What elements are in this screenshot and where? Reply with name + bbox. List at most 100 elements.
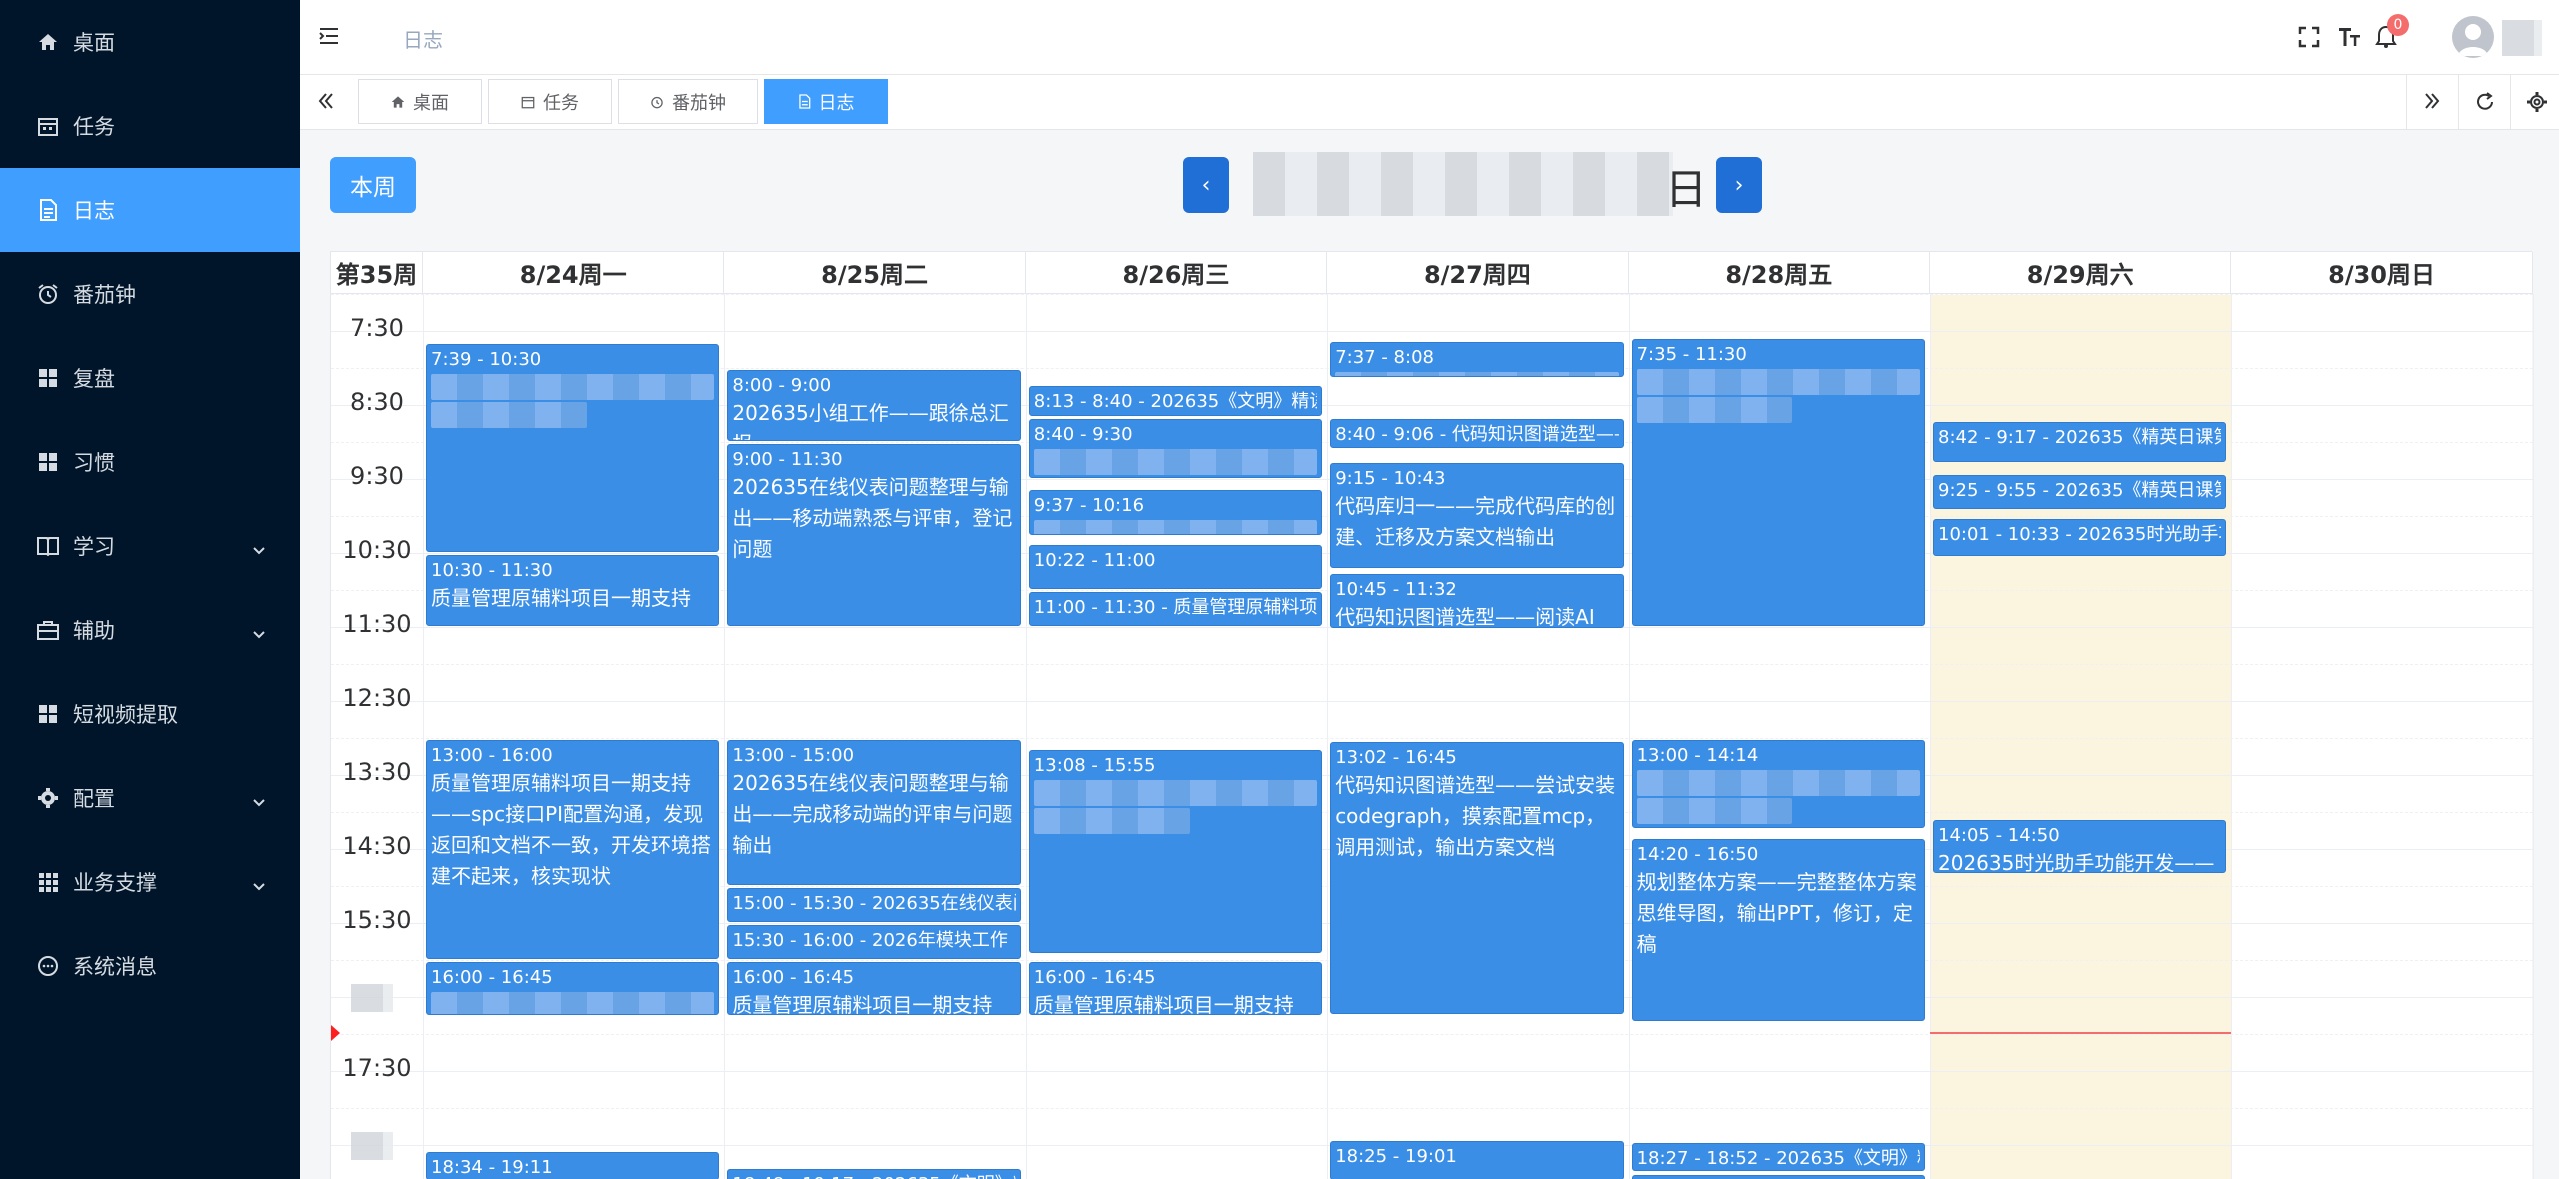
sidebar-item-config[interactable]: 配置 bbox=[0, 756, 300, 840]
sidebar-item-label: 习惯 bbox=[73, 451, 115, 475]
tag-label: 桌面 bbox=[413, 92, 449, 114]
event-title: 代码知识图谱选型——尝试安装codegraph，摸索配置mcp，调用测试，输出方… bbox=[1335, 773, 1616, 860]
event-title-blurred bbox=[1033, 807, 1190, 834]
calendar-event[interactable]: 14:20 - 16:50 规划整体方案——完整整体方案思维导图，输出PPT，修订… bbox=[1631, 838, 1925, 1021]
calendar-event[interactable]: 7:39 - 10:30 bbox=[426, 344, 720, 552]
calendar-event[interactable]: 15:30 - 16:00 - 2026年模块工作 bbox=[727, 925, 1021, 959]
calendar-event[interactable]: 10:01 - 10:33 - 202635时光助手功 bbox=[1933, 519, 2227, 556]
calendar-event[interactable]: 11:00 - 11:30 - 质量管理原辅料项目 bbox=[1028, 592, 1323, 626]
calendar-event[interactable]: 8:42 - 9:17 - 202635《精英日课第 bbox=[1933, 421, 2227, 462]
calendar-event[interactable]: 16:00 - 16:45 质量管理原辅料项目一期支持 bbox=[1028, 962, 1323, 1015]
calendar-event[interactable]: 16:00 - 16:45 bbox=[426, 962, 720, 1015]
sidebar-item-log[interactable]: 日志 bbox=[0, 168, 300, 252]
calendar-event[interactable]: 10:30 - 11:30 质量管理原辅料项目一期支持 bbox=[426, 555, 720, 626]
calendar-event[interactable]: 13:00 - 14:14 bbox=[1631, 740, 1925, 829]
refresh-icon[interactable] bbox=[2474, 91, 2496, 113]
calendar-event[interactable]: 13:00 - 16:00 质量管理原辅料项目一期支持——spc接口PI配置沟通，… bbox=[426, 740, 720, 959]
calendar-event[interactable]: 9:25 - 9:55 - 202635《精英日课第 bbox=[1933, 474, 2227, 509]
fullscreen-icon[interactable] bbox=[2298, 26, 2320, 48]
calendar-event[interactable]: 13:08 - 15:55 bbox=[1028, 749, 1323, 953]
grid-hline bbox=[331, 331, 2533, 332]
grid-hline bbox=[331, 738, 2533, 739]
tag-desktop[interactable]: 桌面 bbox=[358, 79, 482, 124]
grid-vline bbox=[1930, 294, 1931, 1179]
sidebar-item-habits[interactable]: 习惯 bbox=[0, 420, 300, 504]
calendar-event[interactable]: 14:05 - 14:50 202635时光助手功能开发—— bbox=[1933, 820, 2227, 873]
font-size-icon[interactable] bbox=[2338, 26, 2362, 48]
event-title: 质量管理原辅料项目一期支持 bbox=[732, 993, 993, 1015]
calendar-event[interactable]: 9:00 - 11:30 202635在线仪表问题整理与输出——移动端熟悉与评审，… bbox=[727, 444, 1021, 626]
current-time-marker bbox=[331, 1025, 340, 1041]
week-title: 日 bbox=[1253, 152, 1707, 216]
time-label: 13:30 bbox=[342, 758, 412, 786]
calendar-event[interactable]: 7:37 - 8:08 bbox=[1330, 341, 1624, 377]
calendar-event[interactable]: 7:35 - 11:30 bbox=[1631, 339, 1925, 626]
calendar-event[interactable]: 15:00 - 15:30 - 202635在线仪表问 bbox=[727, 888, 1021, 922]
calendar-event[interactable]: 10:22 - 11:00 bbox=[1028, 545, 1323, 589]
this-week-button[interactable]: 本周 bbox=[330, 157, 416, 213]
chevron-down-icon bbox=[252, 875, 266, 891]
day-header-sun: 8/30周日 bbox=[2231, 252, 2533, 294]
event-time: 10:45 - 11:32 bbox=[1335, 578, 1457, 600]
grid-vline bbox=[2532, 294, 2534, 1179]
week-title-suffix: 日 bbox=[1665, 165, 1708, 214]
time-label: 9:30 bbox=[350, 462, 404, 490]
sidebar-item-assist[interactable]: 辅助 bbox=[0, 588, 300, 672]
chevron-down-icon bbox=[252, 791, 266, 807]
sidebar-item-desktop[interactable]: 桌面 bbox=[0, 0, 300, 84]
sidebar-item-review[interactable]: 复盘 bbox=[0, 336, 300, 420]
sidebar-item-video-extract[interactable]: 短视频提取 bbox=[0, 672, 300, 756]
scroll-right-icon[interactable] bbox=[2422, 91, 2442, 111]
event-title-blurred bbox=[1636, 397, 1793, 424]
avatar[interactable] bbox=[2452, 16, 2494, 58]
calendar-event[interactable]: 8:00 - 9:00 202635小组工作——跟徐总汇报 bbox=[727, 370, 1021, 441]
sidebar-item-pomodoro[interactable]: 番茄钟 bbox=[0, 252, 300, 336]
grid-hline bbox=[331, 1034, 2533, 1035]
calendar-event[interactable]: 13:00 - 15:00 202635在线仪表问题整理与输出——完成移动端的评审… bbox=[727, 740, 1021, 885]
calendar-event[interactable]: 16:00 - 16:45 质量管理原辅料项目一期支持 bbox=[727, 962, 1021, 1015]
tag-log[interactable]: 日志 bbox=[764, 79, 888, 124]
calendar-event[interactable]: 18:48 - 19:17 - 202635《文明》精 bbox=[727, 1169, 1021, 1179]
event-time: 9:25 - 9:55 - 202635《精英日课第 bbox=[1938, 479, 2222, 501]
event-time: 7:37 - 8:08 bbox=[1335, 346, 1434, 368]
sidebar-item-label: 辅助 bbox=[73, 619, 115, 643]
event-time: 10:22 - 11:00 bbox=[1033, 550, 1156, 572]
event-time: 15:00 - 15:30 - 202635在线仪表问 bbox=[732, 893, 1016, 914]
calendar-event[interactable]: 8:40 - 9:06 - 代码知识图谱选型—— bbox=[1330, 419, 1624, 449]
calendar-event[interactable]: 18:34 - 19:11 bbox=[426, 1151, 720, 1179]
prev-week-button[interactable]: ‹ bbox=[1183, 157, 1229, 213]
calendar-event[interactable]: 9:15 - 10:43 代码库归一——完成代码库的创建、迁移及方案文档输出 bbox=[1330, 462, 1624, 569]
event-title: 质量管理原辅料项目一期支持 bbox=[1033, 993, 1294, 1015]
calendar-event[interactable]: 9:37 - 10:16 bbox=[1028, 489, 1323, 535]
tag-pomodoro[interactable]: 番茄钟 bbox=[618, 79, 758, 124]
calendar-event[interactable]: 8:13 - 8:40 - 202635《文明》精读 bbox=[1028, 386, 1323, 417]
sidebar-item-tasks[interactable]: 任务 bbox=[0, 84, 300, 168]
scroll-left-icon[interactable] bbox=[316, 91, 336, 111]
calendar-event[interactable]: 18:25 - 19:01 bbox=[1330, 1140, 1624, 1179]
sidebar-item-messages[interactable]: 系统消息 bbox=[0, 924, 300, 1008]
event-title-blurred bbox=[431, 992, 715, 1014]
next-week-button[interactable]: › bbox=[1716, 157, 1762, 213]
calendar-event[interactable]: 18:53 - 19:18 - 202635时光助手功 bbox=[1631, 1175, 1925, 1179]
sidebar-item-study[interactable]: 学习 bbox=[0, 504, 300, 588]
sidebar-item-business-support[interactable]: 业务支撑 bbox=[0, 840, 300, 924]
event-title: 质量管理原辅料项目一期支持——spc接口PI配置沟通，发现返回和文档不一致，开发… bbox=[431, 771, 711, 888]
menu-toggle-icon[interactable] bbox=[318, 25, 340, 47]
calendar-event[interactable]: 13:02 - 16:45 代码知识图谱选型——尝试安装codegraph，摸索配… bbox=[1330, 742, 1624, 1015]
chevron-down-icon bbox=[252, 539, 266, 555]
tags-right-divider-3 bbox=[2510, 75, 2511, 130]
calendar-event[interactable]: 8:40 - 9:30 bbox=[1028, 419, 1323, 478]
tag-tasks[interactable]: 任务 bbox=[488, 79, 612, 124]
event-title-blurred bbox=[1033, 519, 1318, 534]
event-time: 13:00 - 14:14 bbox=[1636, 745, 1759, 766]
event-time: 9:15 - 10:43 bbox=[1335, 467, 1446, 489]
settings-icon[interactable] bbox=[2526, 91, 2548, 113]
calendar-event[interactable]: 18:27 - 18:52 - 202635《文明》精 bbox=[1631, 1143, 1925, 1172]
event-time: 18:48 - 19:17 - 202635《文明》精 bbox=[732, 1173, 1015, 1179]
calendar-event[interactable]: 10:45 - 11:32 代码知识图谱选型——阅读AI bbox=[1330, 573, 1624, 629]
time-label: 15:30 bbox=[342, 906, 412, 934]
alarm-clock-icon bbox=[650, 95, 664, 109]
event-title-blurred bbox=[431, 402, 587, 429]
event-time: 7:35 - 11:30 bbox=[1636, 344, 1747, 366]
apps-icon bbox=[36, 870, 60, 894]
